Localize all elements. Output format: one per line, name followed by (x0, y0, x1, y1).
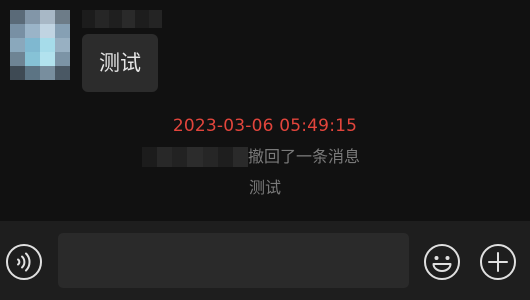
chat-screen: 测试 2023-03-06 05:49:15 撤回了一条消息 测试 (0, 0, 530, 300)
sender-name (82, 10, 162, 28)
timestamp: 2023-03-06 05:49:15 (172, 116, 358, 136)
input-bar (0, 221, 530, 300)
emoji-icon[interactable] (423, 243, 461, 281)
recall-notice-text: 撤回了一条消息 (248, 147, 361, 166)
plus-icon[interactable] (479, 243, 517, 281)
recall-notice: 撤回了一条消息 (0, 145, 530, 169)
recalled-content: 测试 (248, 178, 281, 197)
message-text: 测试 (99, 51, 141, 75)
message-bubble[interactable]: 测试 (82, 34, 158, 92)
voice-icon[interactable] (5, 243, 43, 281)
message-input[interactable] (58, 233, 409, 288)
recall-sender-name (142, 147, 248, 167)
avatar[interactable] (10, 10, 70, 80)
